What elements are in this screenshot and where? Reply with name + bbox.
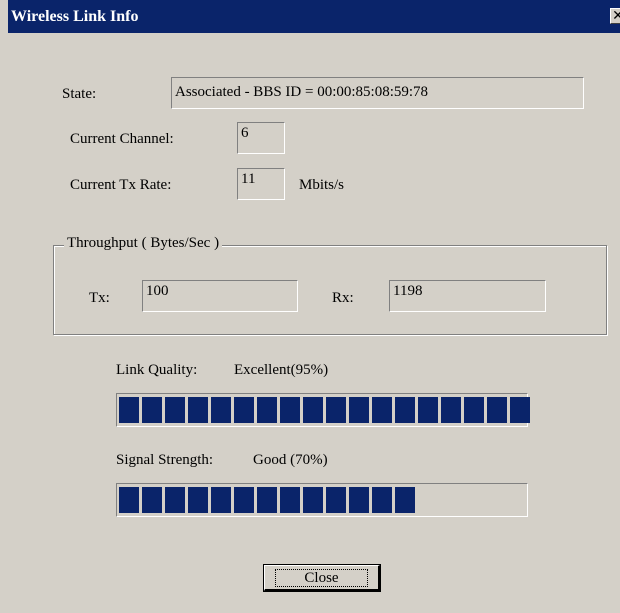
meter-block [349, 397, 369, 423]
meter-block [234, 397, 254, 423]
meter-block [142, 397, 162, 423]
meter-block [257, 487, 277, 513]
meter-block [165, 487, 185, 513]
throughput-groupbox: Throughput ( Bytes/Sec ) Tx: 100 Rx: 119… [53, 235, 607, 335]
meter-block [211, 487, 231, 513]
current-tx-rate-label: Current Tx Rate: [70, 177, 172, 193]
meter-block [326, 487, 346, 513]
meter-block [303, 397, 323, 423]
rx-throughput-field: 1198 [389, 280, 546, 312]
meter-block [372, 487, 392, 513]
rx-label: Rx: [332, 290, 354, 306]
current-channel-label: Current Channel: [70, 131, 174, 147]
meter-block [464, 397, 484, 423]
meter-block [395, 487, 415, 513]
meter-block [280, 487, 300, 513]
wireless-link-info-dialog: Wireless Link Info ✕ State: Associated -… [8, 0, 620, 613]
meter-block [326, 397, 346, 423]
signal-strength-value: Good (70%) [253, 452, 328, 468]
link-quality-meter [116, 393, 530, 427]
meter-block [165, 397, 185, 423]
signal-strength-meter-fill [119, 487, 415, 513]
meter-block [441, 397, 461, 423]
meter-block [257, 397, 277, 423]
close-icon[interactable]: ✕ [610, 8, 620, 24]
meter-block [142, 487, 162, 513]
meter-block [395, 397, 415, 423]
link-quality-meter-fill [119, 397, 530, 423]
meter-block [303, 487, 323, 513]
current-tx-rate-field: 11 [237, 168, 285, 200]
tx-rate-unit: Mbits/s [299, 177, 345, 193]
tx-throughput-field: 100 [142, 280, 298, 312]
meter-block [188, 487, 208, 513]
close-button[interactable]: Close [263, 564, 381, 592]
meter-block [119, 487, 139, 513]
meter-block [280, 397, 300, 423]
meter-block [234, 487, 254, 513]
state-field: Associated - BBS ID = 00:00:85:08:59:78 [171, 77, 584, 109]
meter-block [487, 397, 507, 423]
meter-block [211, 397, 231, 423]
meter-block [119, 397, 139, 423]
meter-block [188, 397, 208, 423]
meter-block [510, 397, 530, 423]
link-quality-label: Link Quality: [116, 362, 198, 378]
signal-strength-meter [116, 483, 528, 517]
tx-label: Tx: [89, 290, 110, 306]
close-button-label: Close [275, 568, 368, 587]
state-label: State: [62, 86, 97, 102]
throughput-title: Throughput ( Bytes/Sec ) [64, 235, 223, 252]
current-channel-field: 6 [237, 122, 285, 154]
title-bar[interactable]: Wireless Link Info ✕ [8, 0, 620, 33]
link-quality-value: Excellent(95%) [234, 362, 329, 378]
window-title: Wireless Link Info [11, 8, 139, 25]
meter-block [349, 487, 369, 513]
signal-strength-label: Signal Strength: [116, 452, 214, 468]
meter-block [372, 397, 392, 423]
meter-block [418, 397, 438, 423]
